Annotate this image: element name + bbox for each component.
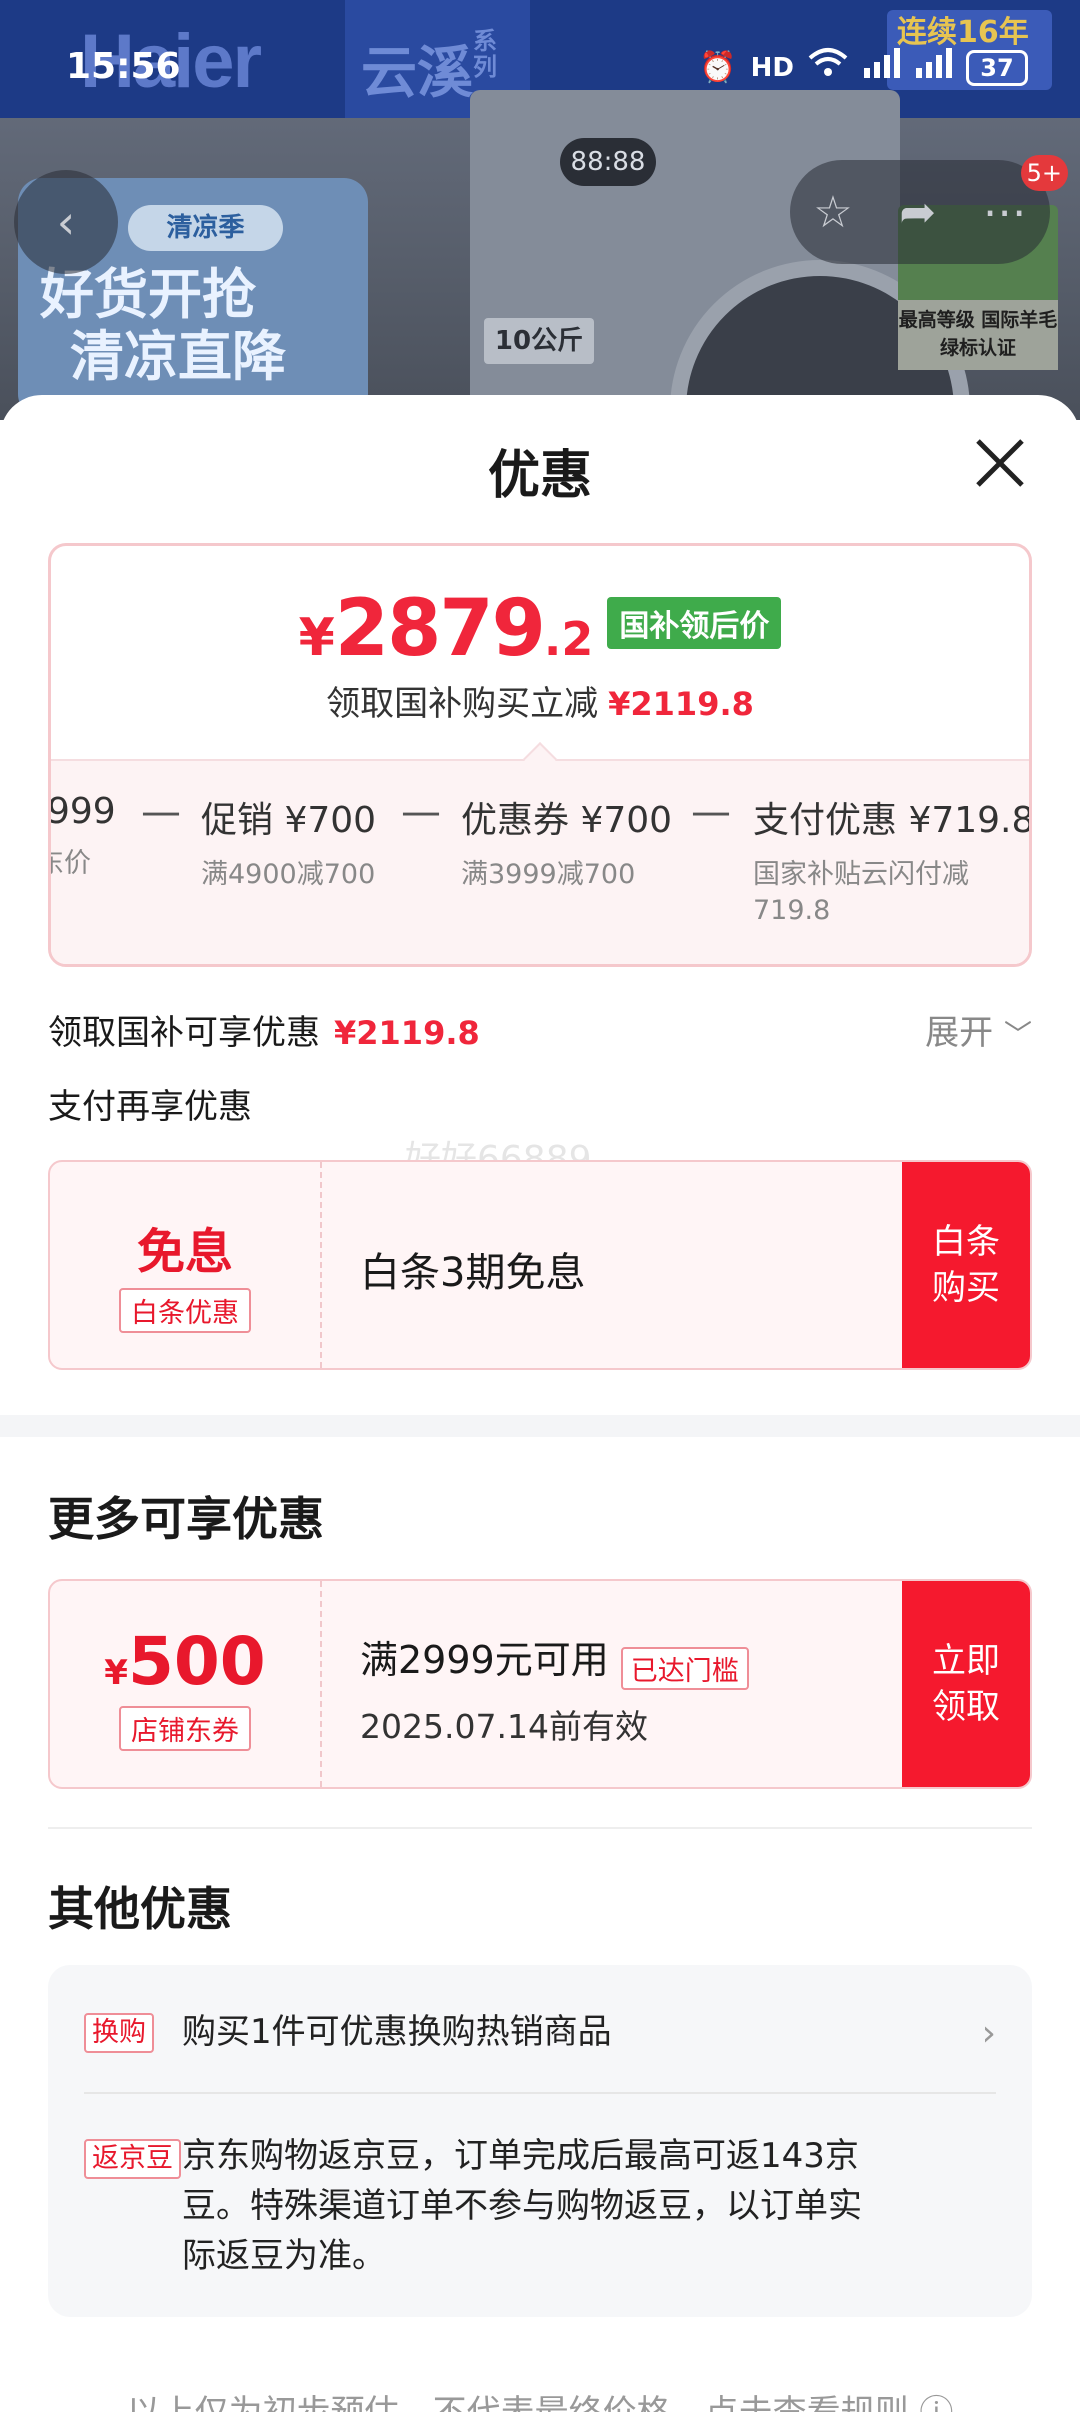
app-root: Haier 云溪系列 连续16年 清凉季 好货开抢 清凉直降 88:88 10公…	[0, 0, 1080, 2412]
breakdown-item: 支付优惠 ¥719.8 国家补贴云闪付减 719.8	[753, 791, 1032, 929]
other-offers-box: 换购 购买1件可优惠换购热销商品 › 返京豆 京东购物返京豆，订单完成后最高可返…	[48, 1965, 1032, 2317]
action-line-1: 白条	[932, 1222, 1000, 1262]
divider	[84, 2092, 996, 2094]
minus-sign: —	[691, 789, 731, 835]
subsidy-amount: ¥2119.8	[334, 1014, 480, 1052]
wifi-icon	[808, 46, 848, 89]
jingdou-line-2: 豆。特殊渠道订单不参与购物返豆，以订单实	[182, 2186, 862, 2226]
price-subtitle: 领取国补购买立减 ¥2119.8	[51, 676, 1029, 725]
pay-discount-heading: 支付再享优惠	[48, 1087, 252, 1127]
chevron-right-icon: ›	[981, 2013, 996, 2054]
coupon-left: ¥500 店铺东券	[50, 1581, 322, 1787]
installment-coupon[interactable]: 免息 白条优惠 白条3期免息 白条购买	[48, 1160, 1032, 1370]
promo-tag: 清凉季	[128, 205, 283, 251]
chevron-left-icon: ‹	[56, 195, 76, 249]
coupon-validity: 2025.07.14前有效	[360, 1707, 648, 1746]
jingdou-tag: 返京豆	[84, 2139, 181, 2179]
price-integer: 2879	[334, 584, 546, 674]
message-count-badge: 5+	[1020, 155, 1068, 191]
breakdown-label: 促销 ¥700	[201, 800, 377, 841]
jingdou-line-1: 京东购物返京豆，订单完成后最高可返143京	[182, 2136, 859, 2176]
minus-sign: —	[141, 789, 181, 835]
breakdown-label: 优惠券 ¥700	[461, 800, 673, 841]
coupon-condition: 满2999元可用	[360, 1638, 609, 1682]
jingdou-line-3: 际返豆为准。	[182, 2236, 386, 2276]
breakdown-desc: 东价	[51, 848, 91, 879]
back-button[interactable]: ‹	[14, 170, 118, 274]
close-icon	[976, 439, 1024, 487]
action-line-2: 购买	[932, 1268, 1000, 1308]
coupon-value: 500	[127, 1623, 266, 1700]
coupon-left: 免息 白条优惠	[50, 1162, 322, 1368]
baitiao-buy-button[interactable]: 白条 购买	[902, 1162, 1030, 1368]
close-button[interactable]	[970, 433, 1030, 493]
status-icons: ⏰ HD 37	[699, 46, 1028, 89]
status-time: 15:56	[66, 46, 181, 87]
breakdown-desc: 满4900减700	[201, 859, 376, 890]
subsidy-label: 领取国补可享优惠	[48, 1013, 320, 1053]
series-suffix: 系列	[473, 27, 497, 81]
price-subtitle-amount: ¥2119.8	[608, 685, 754, 723]
final-price-card: ¥ 2879 .2 国补领后价 领取国补购买立减¥2119.8 999 东价 —…	[48, 543, 1032, 967]
trade-in-text: 购买1件可优惠换购热销商品	[182, 2012, 612, 2052]
subsidy-row: 领取国补可享优惠 ¥2119.8	[48, 1005, 480, 1054]
5g-signal-icon	[914, 46, 952, 89]
machine-display: 88:88	[560, 138, 656, 186]
breakdown-pointer	[523, 742, 557, 776]
coupon-detail: 满2999元可用 已达门槛 2025.07.14前有效	[360, 1629, 749, 1748]
coupon-type-tag: 白条优惠	[119, 1288, 251, 1333]
breakdown-desc-2: 719.8	[753, 895, 831, 926]
interest-free-badge: 免息	[136, 1224, 233, 1280]
coupon-type-tag: 店铺东券	[119, 1706, 251, 1751]
jingdou-row: 返京豆 京东购物返京豆，订单完成后最高可返143京 豆。特殊渠道订单不参与购物返…	[84, 2131, 996, 2291]
discount-sheet: 优惠 ¥ 2879 .2 国补领后价 领取国补购买立减¥2119.8 999	[0, 395, 1080, 2412]
trade-in-row[interactable]: 换购 购买1件可优惠换购热销商品 ›	[84, 2005, 996, 2065]
battery-icon: 37	[966, 49, 1028, 86]
store-coupon[interactable]: ¥500 店铺东券 满2999元可用 已达门槛 2025.07.14前有效 立即领…	[48, 1579, 1032, 1789]
favorite-star-icon[interactable]: ☆	[813, 187, 852, 238]
price-rules-link[interactable]: 以上仅为初步预估，不代表最终价格，点击查看规则 ⓘ	[0, 2385, 1080, 2412]
claim-coupon-button[interactable]: 立即 领取	[902, 1581, 1030, 1787]
price-subtitle-text: 领取国补购买立减	[326, 684, 599, 724]
action-line-1: 立即	[932, 1641, 1000, 1681]
chevron-down-icon: ﹀	[1003, 1018, 1032, 1051]
more-icon[interactable]: ⋯	[983, 187, 1027, 238]
minus-sign: —	[401, 789, 441, 835]
series-name: 云溪	[361, 41, 473, 106]
breakdown-label: 999	[48, 791, 116, 832]
action-line-2: 领取	[932, 1687, 1000, 1727]
breakdown-item: 999 东价	[48, 791, 116, 882]
subsidy-price-tag: 国补领后价	[607, 597, 782, 649]
divider	[48, 1827, 1032, 1829]
price-decimal: .2	[543, 612, 594, 666]
price-breakdown[interactable]: 999 东价 — 促销 ¥700 满4900减700 — 优惠券 ¥700 满3…	[48, 742, 1032, 964]
alarm-icon: ⏰	[699, 49, 737, 85]
hd-icon: HD	[750, 52, 794, 83]
currency-symbol: ¥	[298, 608, 335, 668]
coupon-currency: ¥	[104, 1653, 128, 1693]
jingdou-text: 京东购物返京豆，订单完成后最高可返143京 豆。特殊渠道订单不参与购物返豆，以订…	[182, 2131, 922, 2281]
more-offers-title: 更多可享优惠	[48, 1492, 324, 1546]
breakdown-item: 促销 ¥700 满4900减700	[201, 791, 376, 893]
coupon-description: 白条3期免息	[360, 1250, 586, 1296]
other-offers-title: 其他优惠	[48, 1882, 232, 1936]
share-icon[interactable]: ➦	[899, 187, 936, 238]
section-divider	[0, 1415, 1080, 1437]
expand-label: 展开	[925, 1013, 994, 1053]
breakdown-desc: 国家补贴云闪付减	[753, 859, 969, 890]
breakdown-item: 优惠券 ¥700 满3999减700	[461, 791, 672, 893]
threshold-reached-tag: 已达门槛	[620, 1647, 749, 1690]
final-price: ¥ 2879 .2 国补领后价	[51, 584, 1029, 674]
trade-in-tag: 换购	[84, 2013, 154, 2053]
promo-headline-2: 清凉直降	[70, 325, 286, 388]
sheet-title: 优惠	[487, 446, 592, 506]
capacity-label: 10公斤	[484, 318, 594, 364]
breakdown-desc: 满3999减700	[461, 859, 636, 890]
coupon-amount: ¥500	[50, 1623, 320, 1700]
breakdown-label: 支付优惠 ¥719.8	[753, 800, 1032, 841]
expand-toggle[interactable]: 展开 ﹀	[925, 1005, 1032, 1054]
woolmark-cert-text: 最高等级 国际羊毛绿标认证	[898, 300, 1058, 370]
top-action-group: ☆ ➦ ⋯	[790, 160, 1050, 264]
5g-signal-icon	[862, 46, 900, 89]
